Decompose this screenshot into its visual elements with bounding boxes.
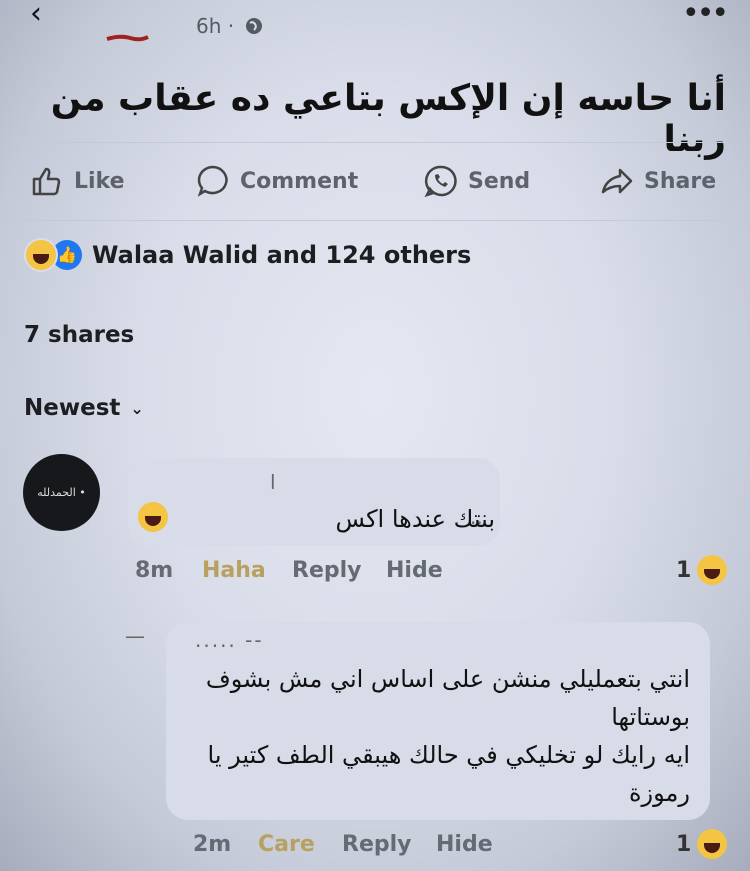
post-time: 6h · [196, 14, 235, 38]
reply-text-line: رموزة [628, 779, 690, 807]
divider [24, 142, 724, 143]
thumbs-up-icon [32, 167, 61, 196]
reaction-count: 1 [676, 558, 692, 583]
comment-text-content: بنتك عندها اكس [335, 505, 495, 533]
back-icon[interactable]: ‹ [30, 0, 42, 29]
laughing-emoji-icon [697, 829, 727, 859]
comment-button[interactable]: Comment [196, 160, 358, 202]
like-button[interactable]: Like [30, 160, 125, 202]
whatsapp-icon [424, 165, 457, 198]
post-text: أنا حاسه إن الإكس بتاعي ده عقاب من ربنا [50, 78, 726, 160]
share-label: Share [644, 168, 717, 194]
reaction-count: 1 [676, 832, 692, 857]
hide-button[interactable]: Hide [436, 832, 493, 857]
reaction-care-button[interactable]: Care [258, 832, 315, 857]
reply-time: 2m [193, 832, 232, 857]
reactions-label: Walaa Walid and 124 others [92, 241, 472, 269]
comment-text: بنتك عندها اكس [336, 505, 495, 533]
divider [24, 220, 724, 221]
redacted-name-mark: ا [270, 470, 276, 494]
more-options-icon[interactable]: ••• [682, 0, 729, 31]
hide-button[interactable]: Hide [386, 558, 443, 583]
send-button[interactable]: Send [424, 160, 530, 202]
comment-time: 8m [135, 558, 174, 583]
send-label: Send [468, 168, 531, 194]
sort-dropdown[interactable]: Newest ⌄ [24, 395, 144, 421]
chevron-down-icon: ⌄ [130, 398, 144, 418]
comment-actions: 8m Haha Reply Hide 1 [0, 558, 750, 588]
avatar-text: الحمدلله • [37, 486, 86, 499]
share-arrow-icon [601, 168, 633, 194]
reactions-summary[interactable]: 👍 Walaa Walid and 124 others [24, 238, 471, 272]
like-label: Like [74, 168, 125, 194]
redacted-name-mark [106, 34, 149, 42]
reply-text-line: بوستاتها [611, 703, 690, 731]
reply-text: انتي بتعمليلي منشن على اساس اني مش بشوف … [190, 660, 690, 812]
reply-button[interactable]: Reply [342, 832, 412, 857]
avatar[interactable]: الحمدلله • [23, 454, 100, 531]
laughing-emoji-icon [138, 502, 168, 532]
reaction-haha-button[interactable]: Haha [202, 558, 266, 583]
reply-button[interactable]: Reply [292, 558, 362, 583]
laughing-emoji-icon [697, 555, 727, 585]
reply-text-line: انتي بتعمليلي منشن على اساس اني مش بشوف [205, 665, 690, 693]
reply-text-line: ايه رايك لو تخليكي في حالك هيبقي الطف كت… [207, 741, 690, 769]
redacted-name-mark: ..... -- [195, 628, 264, 652]
sort-label: Newest [24, 395, 121, 421]
redacted-name-mark: — [125, 624, 145, 648]
globe-icon [246, 18, 262, 34]
comment-bubble-icon [197, 165, 228, 197]
shares-count[interactable]: 7 shares [24, 322, 134, 348]
comment-label: Comment [240, 168, 359, 194]
share-button[interactable]: Share [600, 160, 716, 202]
haha-reaction-icon [24, 238, 58, 272]
reply-actions: 2m Care Reply Hide 1 [0, 832, 750, 862]
